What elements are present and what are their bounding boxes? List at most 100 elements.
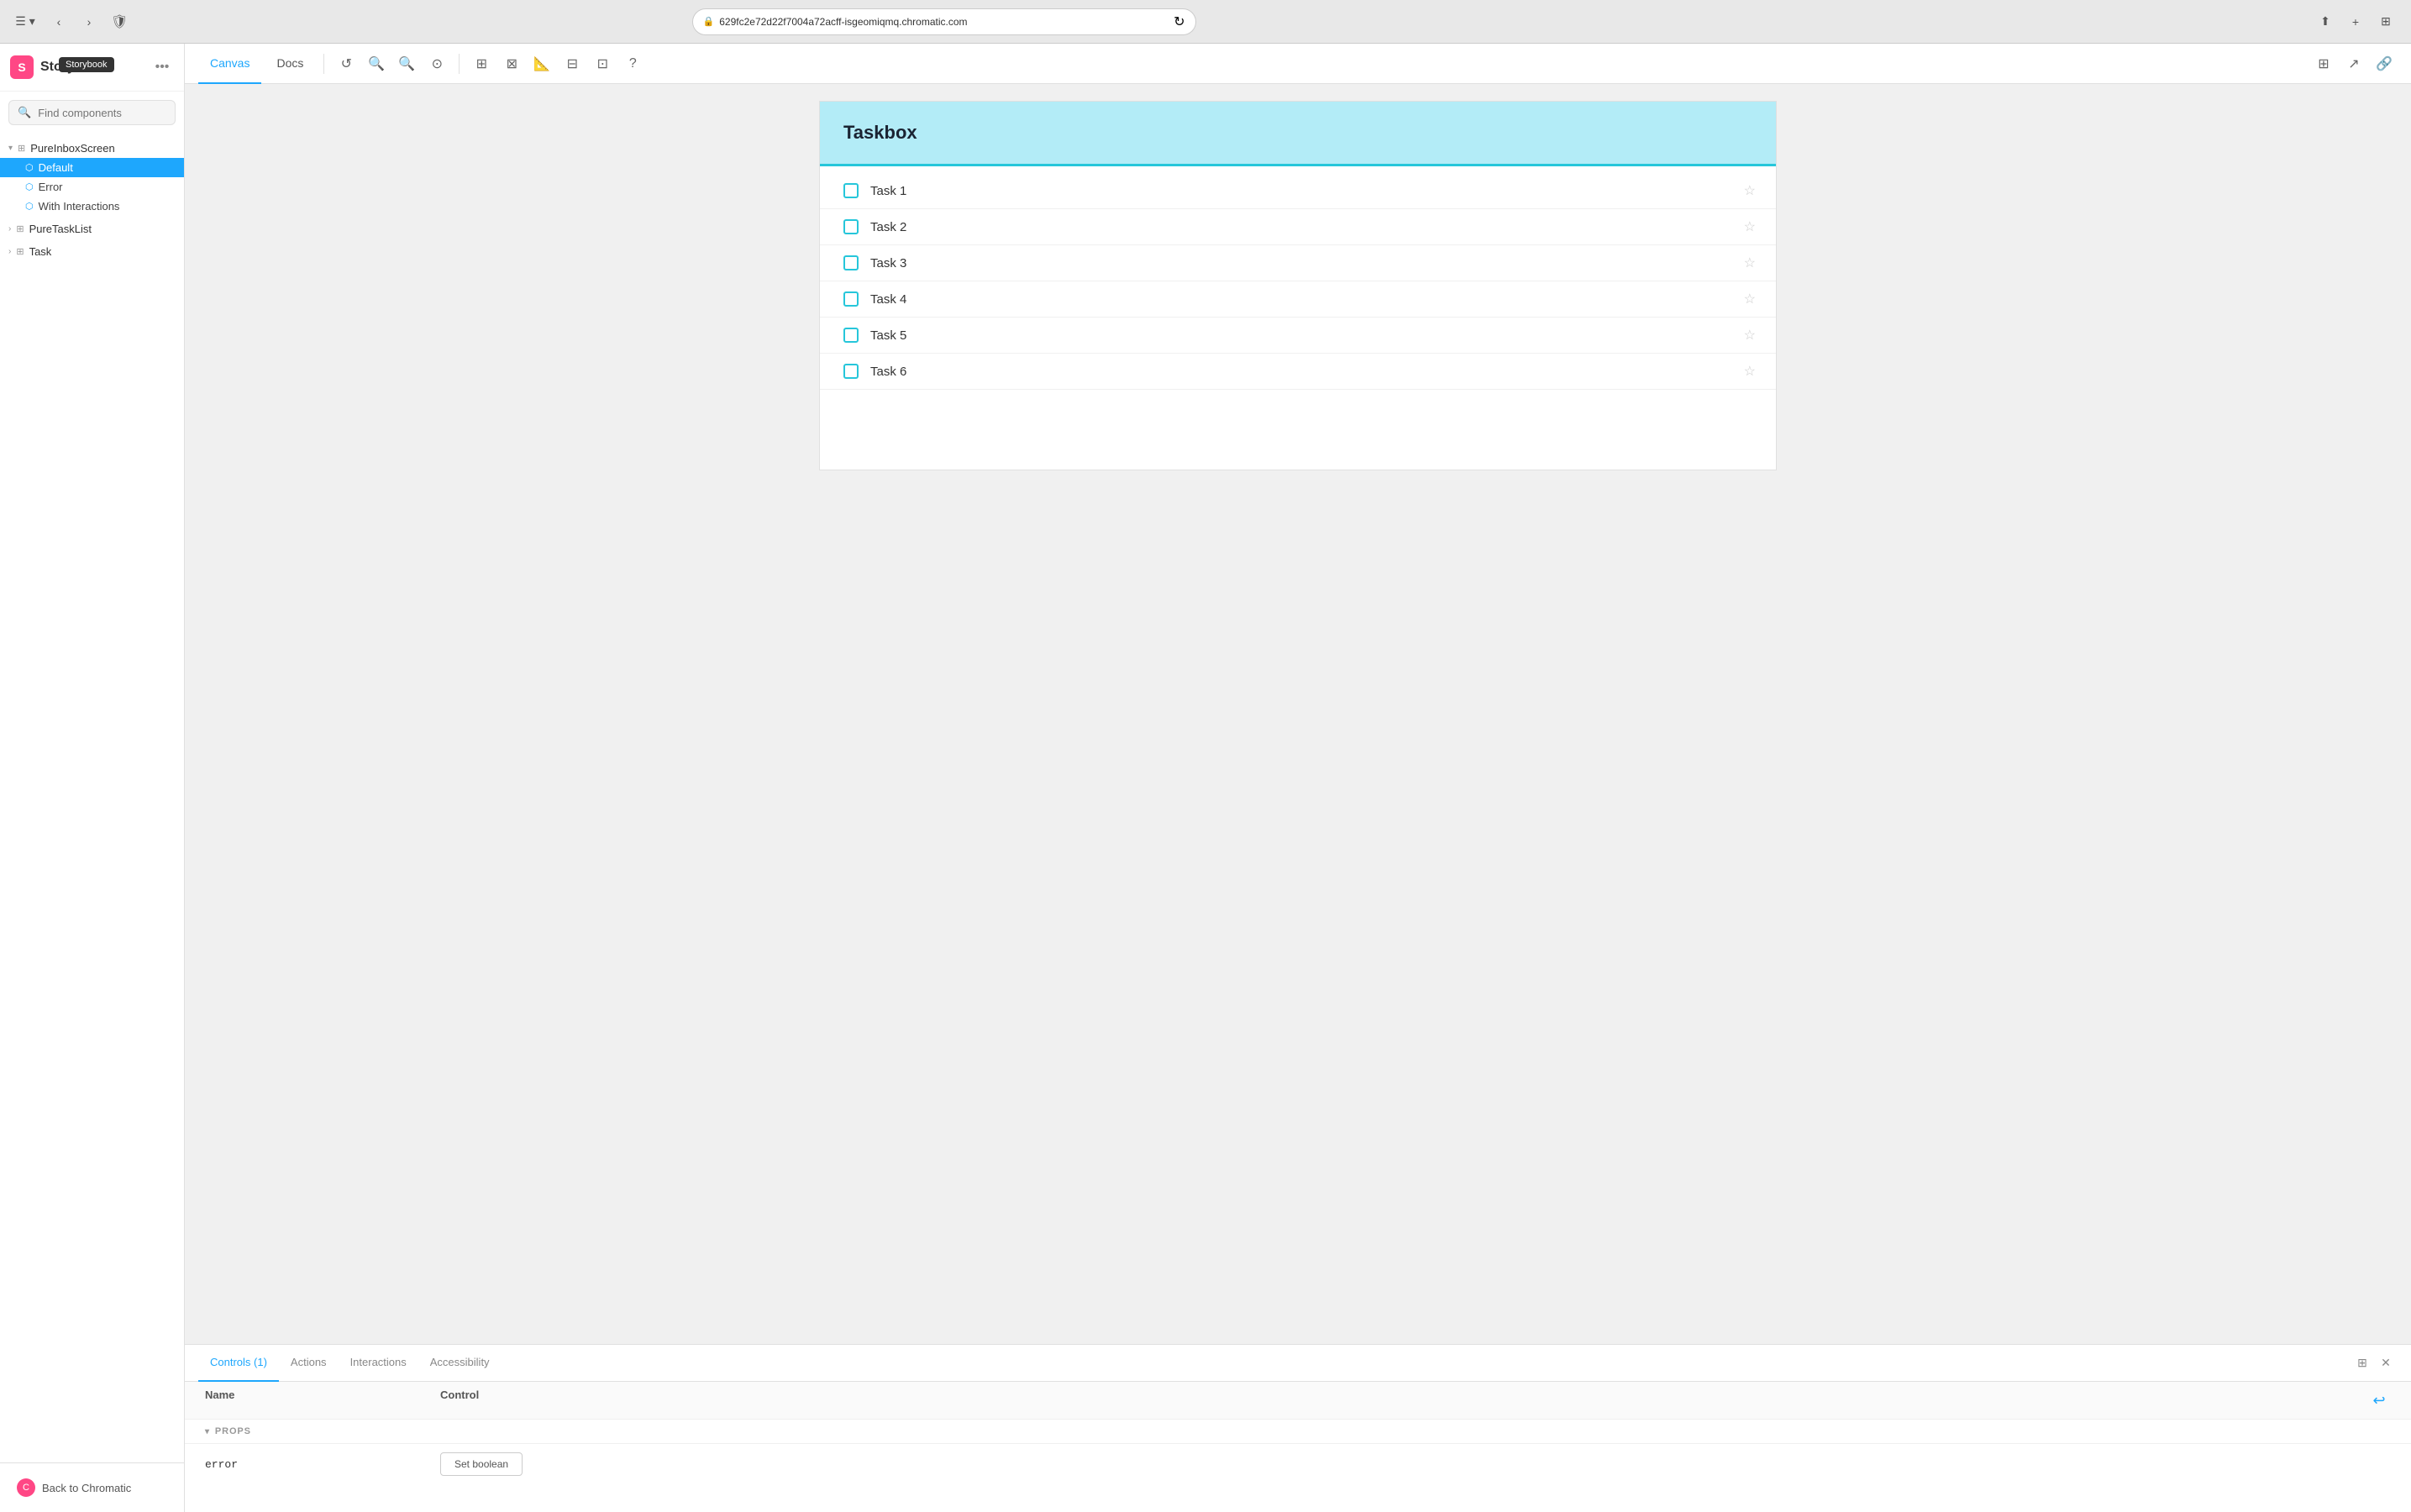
group-label-task: Task <box>29 245 52 258</box>
nav-group-header-pureinboxscreen[interactable]: ▾ ⊞ PureInboxScreen <box>0 139 184 158</box>
panel-close-btn[interactable]: ✕ <box>2374 1352 2398 1375</box>
props-section: ▾ PROPS <box>185 1420 2411 1444</box>
measure-btn[interactable]: 📐 <box>528 50 555 77</box>
story-header: Taskbox <box>820 102 1776 166</box>
panel-col-headers: Name Control ↩ <box>185 1382 2411 1420</box>
browser-actions: ⬆ + ⊞ <box>2314 10 2398 34</box>
task-star-3[interactable]: ☆ <box>1744 255 1756 271</box>
link-btn[interactable]: 🔗 <box>2371 50 2398 77</box>
browser-nav-buttons: ☰ ▾ ‹ › <box>13 10 101 34</box>
help-btn[interactable]: ? <box>619 50 646 77</box>
chromatic-logo-icon: C <box>17 1478 35 1497</box>
url-text: 629fc2e72d22f7004a72acff-isgeomiqmq.chro… <box>719 16 1169 28</box>
task-row-3: Task 3 ☆ <box>820 245 1776 281</box>
viewport-btn[interactable]: ⊡ <box>589 50 616 77</box>
story-icon-with-interactions: ⬡ <box>25 201 34 212</box>
search-input[interactable] <box>38 107 186 119</box>
panel-split-btn[interactable]: ⊞ <box>2351 1352 2374 1375</box>
back-button[interactable]: ‹ <box>47 10 71 34</box>
storybook-tooltip: Storybook <box>59 57 114 72</box>
sidebar-toggle-button[interactable]: ☰ ▾ <box>13 10 37 34</box>
panel-tab-actions[interactable]: Actions <box>279 1345 339 1382</box>
nav-tree: ▾ ⊞ PureInboxScreen ⬡ Default ⬡ Error ⬡ … <box>0 134 184 1462</box>
task-checkbox-4[interactable] <box>843 291 859 307</box>
set-boolean-button[interactable]: Set boolean <box>440 1452 523 1476</box>
zoom-in-btn[interactable]: 🔍 <box>363 50 390 77</box>
expand-btn[interactable]: ⊞ <box>2310 50 2337 77</box>
new-tab-button[interactable]: + <box>2344 10 2367 34</box>
reload-icon-btn[interactable]: ↺ <box>333 50 360 77</box>
security-icon: 🛡 <box>111 13 128 30</box>
reload-icon[interactable]: ↻ <box>1174 13 1184 30</box>
task-checkbox-2[interactable] <box>843 219 859 234</box>
panel-tabs: Controls (1) Actions Interactions Access… <box>185 1345 2411 1382</box>
task-row-1: Task 1 ☆ <box>820 173 1776 209</box>
task-checkbox-5[interactable] <box>843 328 859 343</box>
search-bar[interactable]: 🔍 / <box>8 100 176 125</box>
props-label: ▾ PROPS <box>205 1426 2391 1436</box>
panel-content: Name Control ↩ ▾ PROPS error Set boolean <box>185 1382 2411 1512</box>
nav-group-pureinboxscreen: ▾ ⊞ PureInboxScreen ⬡ Default ⬡ Error ⬡ … <box>0 137 184 218</box>
sidebar: S Storybook ••• Storybook 🔍 / ▾ ⊞ PureIn… <box>0 44 185 1512</box>
panel-tab-interactions[interactable]: Interactions <box>339 1345 418 1382</box>
bottom-panel: Controls (1) Actions Interactions Access… <box>185 1344 2411 1512</box>
lock-icon: 🔒 <box>703 16 715 27</box>
background-btn[interactable]: ⊟ <box>559 50 586 77</box>
task-checkbox-3[interactable] <box>843 255 859 270</box>
canvas-wrapper: Taskbox Task 1 ☆ Task 2 ☆ <box>185 84 2411 1512</box>
more-options-button[interactable]: ••• <box>150 55 174 79</box>
task-checkbox-1[interactable] <box>843 183 859 198</box>
task-star-2[interactable]: ☆ <box>1744 218 1756 235</box>
task-row-2: Task 2 ☆ <box>820 209 1776 245</box>
grid-toggle-btn[interactable]: ⊞ <box>468 50 495 77</box>
task-row-4: Task 4 ☆ <box>820 281 1776 318</box>
main-content: Canvas Docs ↺ 🔍 🔍 ⊙ ⊞ ⊠ 📐 ⊟ ⊡ ? ⊞ ↗ 🔗 <box>185 44 2411 1512</box>
toolbar-right: ⊞ ↗ 🔗 <box>2310 50 2398 77</box>
panel-tab-controls[interactable]: Controls (1) <box>198 1345 279 1382</box>
sidebar-item-error[interactable]: ⬡ Error <box>0 177 184 197</box>
task-row-6: Task 6 ☆ <box>820 354 1776 390</box>
prop-name-error: error <box>205 1458 440 1471</box>
col-header-name: Name <box>205 1389 440 1412</box>
nav-group-header-puretasklist[interactable]: › ⊞ PureTaskList <box>0 219 184 239</box>
task-checkbox-6[interactable] <box>843 364 859 379</box>
nav-group-puretasklist: › ⊞ PureTaskList <box>0 218 184 240</box>
search-icon: 🔍 <box>18 106 31 119</box>
sidebar-item-label-default: Default <box>39 161 73 174</box>
chevron-right-icon-task: › <box>8 247 11 256</box>
task-star-1[interactable]: ☆ <box>1744 182 1756 199</box>
group-icon-puretasklist: ⊞ <box>16 223 24 234</box>
task-star-5[interactable]: ☆ <box>1744 327 1756 344</box>
forward-button[interactable]: › <box>77 10 101 34</box>
reset-controls-button[interactable]: ↩ <box>2367 1389 2391 1412</box>
zoom-out-btn[interactable]: 🔍 <box>393 50 420 77</box>
task-name-4: Task 4 <box>870 292 1752 307</box>
task-name-6: Task 6 <box>870 365 1752 379</box>
back-to-chromatic-button[interactable]: C Back to Chromatic <box>10 1473 174 1502</box>
tab-docs[interactable]: Docs <box>265 44 315 84</box>
nav-group-task: › ⊞ Task <box>0 240 184 263</box>
chevron-down-icon: ▾ <box>8 144 13 153</box>
group-icon-task: ⊞ <box>16 246 24 257</box>
nav-group-header-task[interactable]: › ⊞ Task <box>0 242 184 261</box>
task-name-2: Task 2 <box>870 220 1752 234</box>
sidebar-item-default[interactable]: ⬡ Default <box>0 158 184 177</box>
toolbar: Canvas Docs ↺ 🔍 🔍 ⊙ ⊞ ⊠ 📐 ⊟ ⊡ ? ⊞ ↗ 🔗 <box>185 44 2411 84</box>
tabs-button[interactable]: ⊞ <box>2374 10 2398 34</box>
panel-tab-accessibility[interactable]: Accessibility <box>418 1345 502 1382</box>
toolbar-divider-2 <box>459 54 460 74</box>
outline-btn[interactable]: ⊠ <box>498 50 525 77</box>
task-name-5: Task 5 <box>870 328 1752 343</box>
tab-canvas[interactable]: Canvas <box>198 44 261 84</box>
address-bar[interactable]: 🔒 629fc2e72d22f7004a72acff-isgeomiqmq.ch… <box>692 8 1196 35</box>
sidebar-item-with-interactions[interactable]: ⬡ With Interactions <box>0 197 184 216</box>
share-button[interactable]: ⬆ <box>2314 10 2337 34</box>
task-star-6[interactable]: ☆ <box>1744 363 1756 380</box>
open-new-btn[interactable]: ↗ <box>2340 50 2367 77</box>
storybook-logo: S <box>10 55 34 79</box>
task-star-4[interactable]: ☆ <box>1744 291 1756 307</box>
chevron-right-icon: › <box>8 224 11 234</box>
zoom-reset-btn[interactable]: ⊙ <box>423 50 450 77</box>
group-label: PureInboxScreen <box>30 142 114 155</box>
story-icon-error: ⬡ <box>25 181 34 192</box>
